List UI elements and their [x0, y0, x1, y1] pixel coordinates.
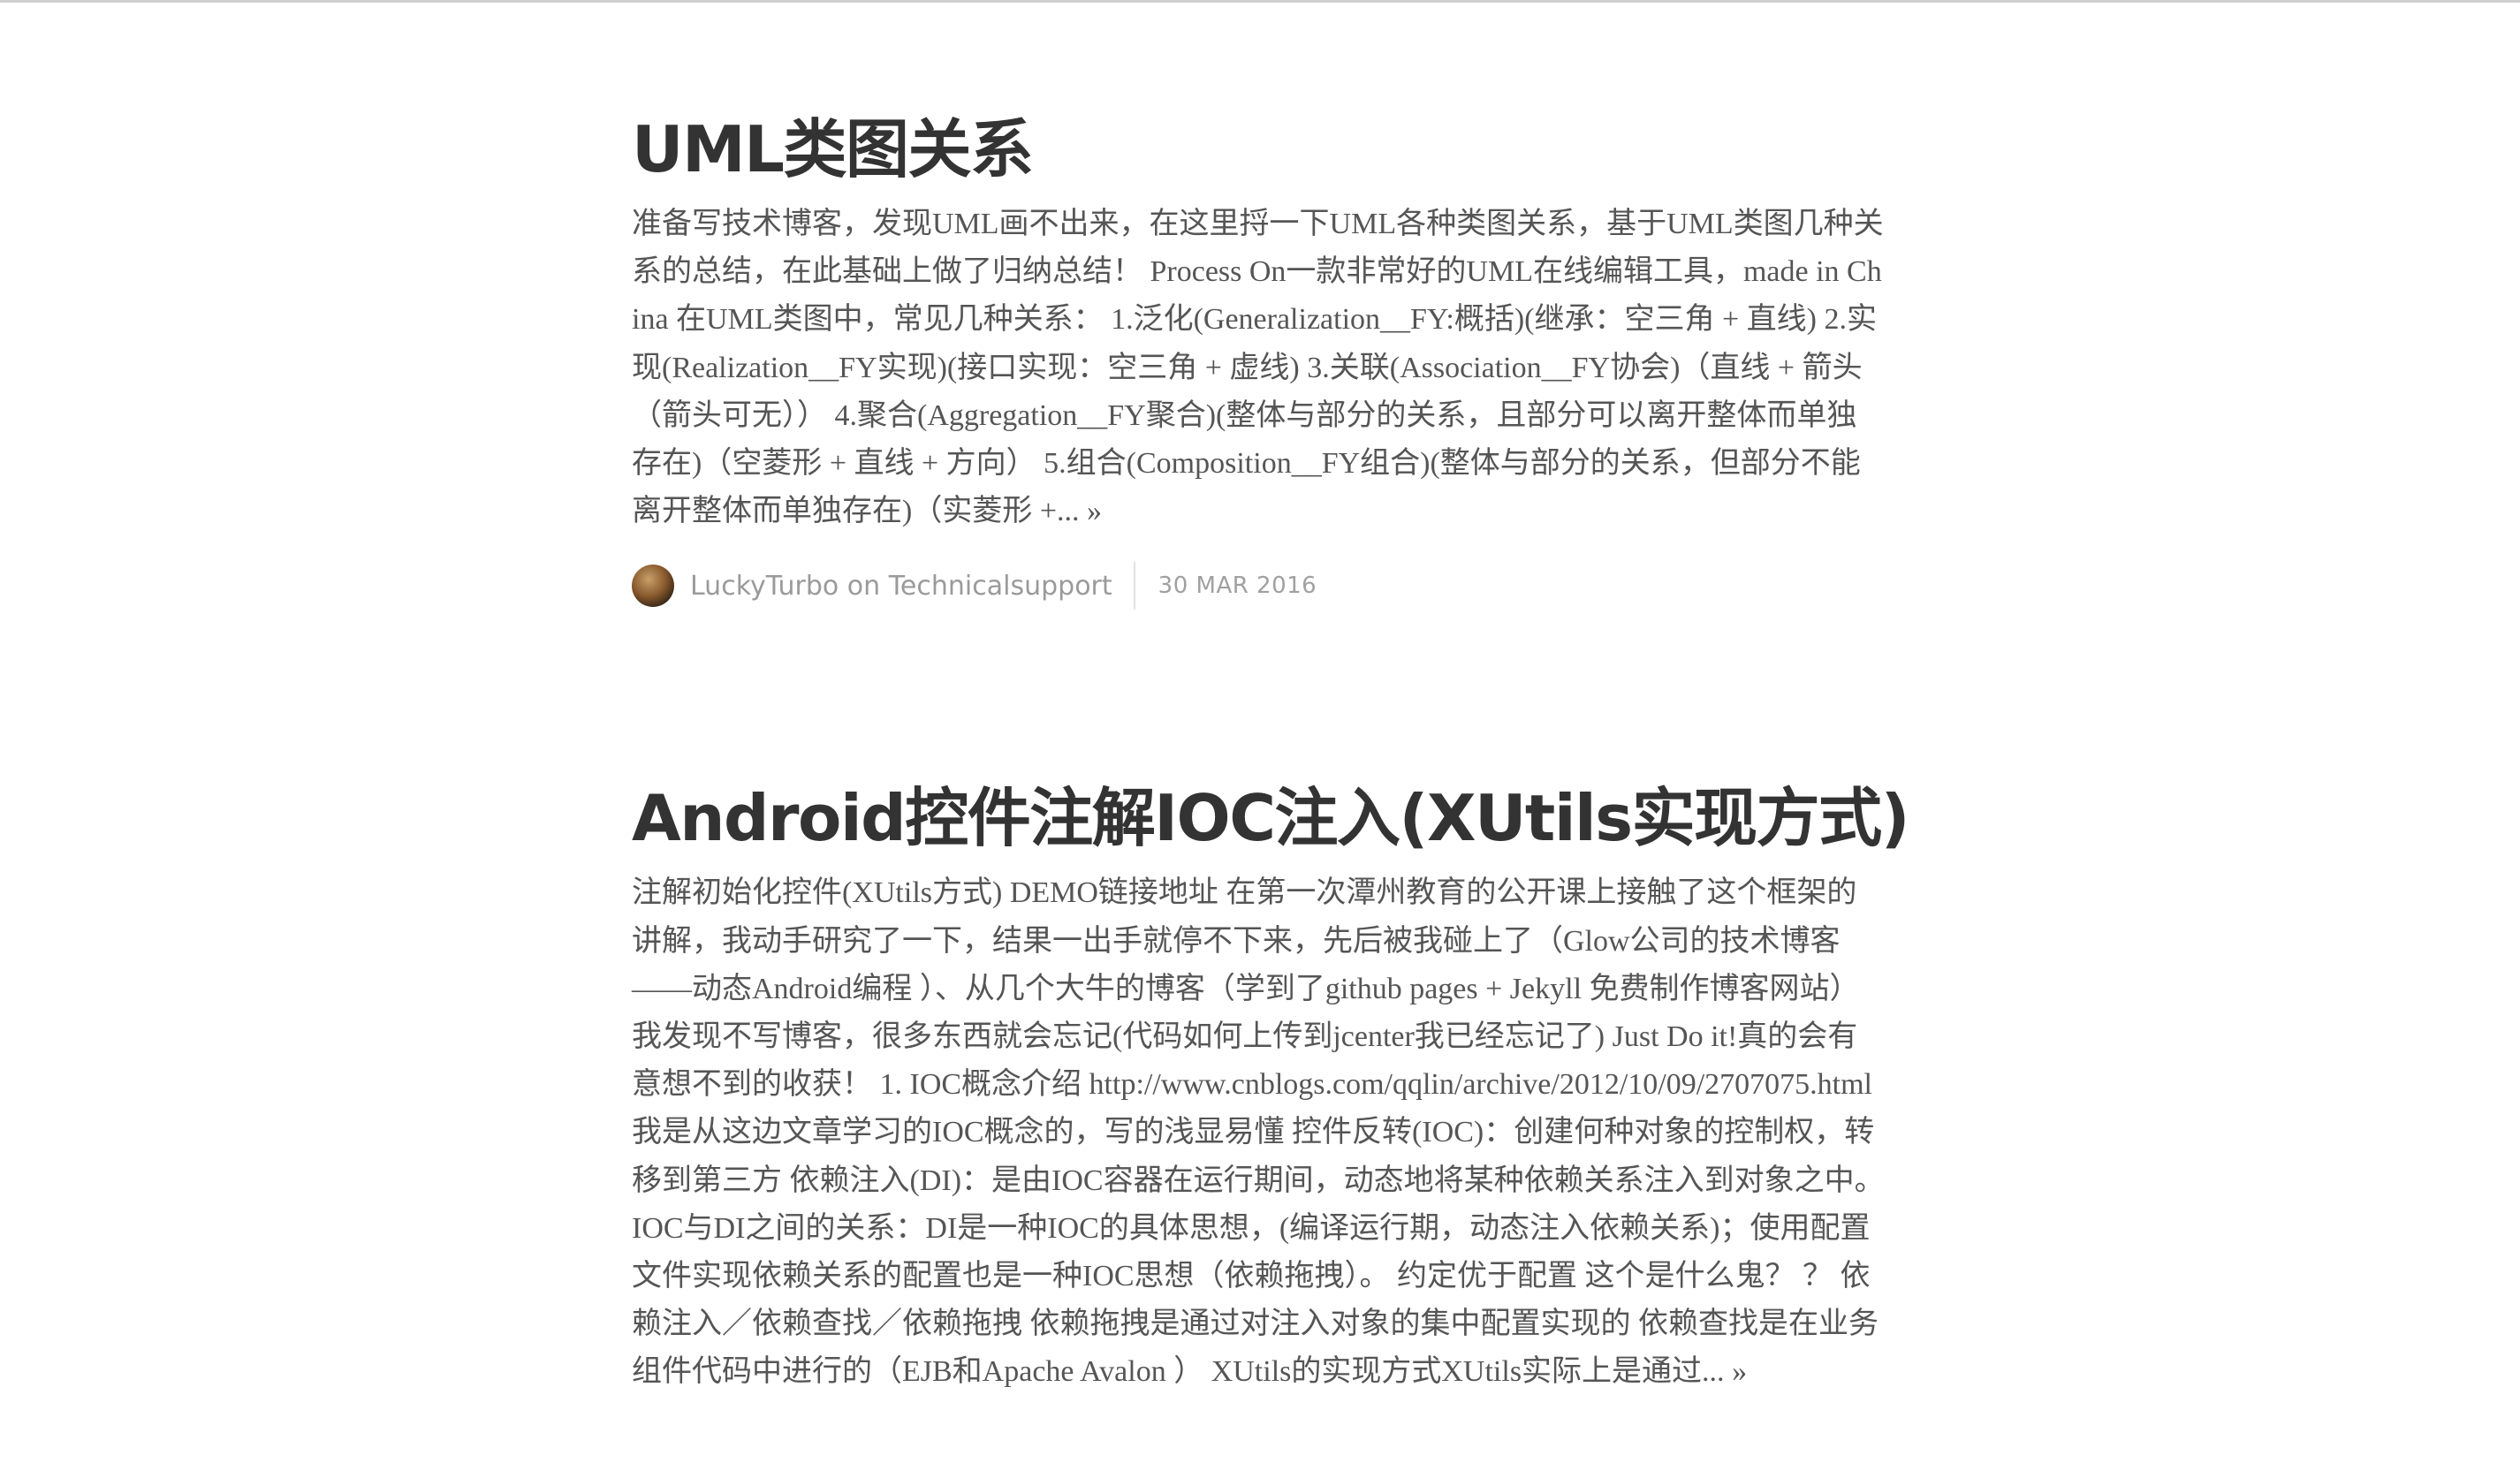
post-feed: UML类图关系 准备写技术博客，发现UML画不出来，在这里捋一下UML各种类图关… — [632, 3, 1909, 1397]
post-title[interactable]: UML类图关系 — [632, 109, 1886, 190]
read-more-link[interactable]: » — [1087, 495, 1102, 527]
post-excerpt: 准备写技术博客，发现UML画不出来，在这里捋一下UML各种类图关系，基于UML类… — [632, 201, 1886, 535]
post-excerpt: 注解初始化控件(XUtils方式) DEMO链接地址 在第一次潭州教育的公开课上… — [632, 869, 1886, 1396]
post-excerpt-text: 准备写技术博客，发现UML画不出来，在这里捋一下UML各种类图关系，基于UML类… — [632, 208, 1884, 528]
author-link[interactable]: LuckyTurbo on Technicalsupport — [690, 571, 1112, 602]
author-avatar[interactable] — [632, 565, 674, 608]
post-date: 30 MAR 2016 — [1158, 572, 1317, 600]
post-title[interactable]: Android控件注解IOC注入(XUtils实现方式) — [632, 777, 1909, 859]
meta-divider — [1133, 562, 1135, 610]
read-more-link[interactable]: » — [1732, 1355, 1747, 1388]
post-meta: LuckyTurbo on Technicalsupport 30 MAR 20… — [632, 562, 1886, 610]
post-excerpt-text: 注解初始化控件(XUtils方式) DEMO链接地址 在第一次潭州教育的公开课上… — [632, 876, 1885, 1389]
post-card-android-ioc: Android控件注解IOC注入(XUtils实现方式) 注解初始化控件(XUt… — [632, 610, 1909, 1396]
post-card-uml: UML类图关系 准备写技术博客，发现UML画不出来，在这里捋一下UML各种类图关… — [632, 3, 1886, 610]
